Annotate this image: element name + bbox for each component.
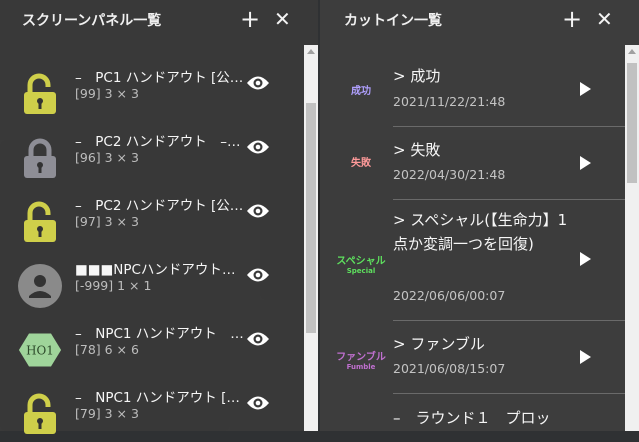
scrollbar-thumb[interactable] [306,103,316,333]
close-button[interactable]: ✕ [596,6,613,32]
eye-icon[interactable] [246,266,270,284]
close-button[interactable]: ✕ [274,6,291,32]
scroll-up-icon[interactable] [307,49,315,54]
thumbnail-label: 失敗 [351,158,371,169]
ho1-hexagon-icon: HO1 [18,328,62,372]
panel-title: カットイン一覧 [344,13,442,29]
avatar-icon [18,264,62,308]
screen-panel-item[interactable]: ■■■NPCハンドアウト■■■ [-999] 1 × 1 [0,254,300,314]
cutin-thumbnail: スペシャル Special [336,252,386,275]
divider [393,199,625,200]
item-subtitle: [97] 3 × 3 [75,214,139,229]
cutin-title: – ラウンド１ プロッ [393,409,551,427]
lock-open-icon [18,200,62,244]
screen-panel-item[interactable]: – PC1 ハンドアウト [公開] [99] 3 × 3 [0,62,300,122]
add-button[interactable]: + [240,6,260,32]
thumbnail-label: スペシャル [336,256,386,267]
item-subtitle: [79] 3 × 3 [75,406,139,421]
screen-panel-item[interactable]: – PC2 ハンドアウト –… [96] 3 × 3 [0,126,300,186]
cutin-title: > 失敗 [393,141,441,159]
scrollbar-thumb[interactable] [627,63,637,183]
eye-icon[interactable] [246,394,270,412]
play-icon[interactable] [580,82,591,96]
cutin-date: 2022/04/30/21:48 [393,167,506,182]
item-title: ■■■NPCハンドアウト■■■ [75,262,245,278]
item-subtitle: [96] 3 × 3 [75,150,139,165]
screen-panel-item[interactable]: – PC2 ハンドアウト [公開] [97] 3 × 3 [0,190,300,250]
eye-icon[interactable] [246,138,270,156]
cutin-thumbnail: 成功 [336,82,386,97]
eye-icon[interactable] [246,330,270,348]
lock-open-icon [18,72,62,116]
eye-icon[interactable] [246,202,270,220]
divider [393,393,625,394]
divider [393,126,625,127]
scroll-up-icon[interactable] [628,49,636,54]
lock-closed-icon [18,136,62,180]
item-subtitle: [78] 6 × 6 [75,342,139,357]
item-title: – PC2 ハンドアウト –… [75,134,241,150]
item-title: – NPC1 ハンドアウト [… [75,390,240,406]
play-icon[interactable] [580,252,591,266]
cutin-thumbnail: 失敗 [336,154,386,169]
cutin-date: 2022/06/06/00:07 [393,288,506,303]
thumbnail-sublabel: Fumble [346,363,376,371]
svg-text:HO1: HO1 [26,344,54,358]
add-button[interactable]: + [562,6,582,32]
cutin-title: > ファンブル [393,335,485,353]
play-icon[interactable] [580,350,591,364]
item-title: – PC2 ハンドアウト [公開] [75,198,245,214]
thumbnail-label: ファンブル [336,352,386,363]
screen-panel-item[interactable]: – NPC1 ハンドアウト [… [79] 3 × 3 [0,382,300,442]
cutin-title: > 成功 [393,67,441,85]
item-title: – NPC1 ハンドアウト … [75,326,244,342]
cutin-date: 2021/11/22/21:48 [393,94,506,109]
item-subtitle: [99] 3 × 3 [75,86,139,101]
eye-icon[interactable] [246,74,270,92]
thumbnail-label: 成功 [351,86,371,97]
panel-title: スクリーンパネル一覧 [22,13,162,29]
lock-open-icon [18,392,62,436]
screen-panel-item[interactable]: HO1 – NPC1 ハンドアウト … [78] 6 × 6 [0,318,300,378]
cutin-title: > スペシャル(【生命力】1点か変調一つを回復) [393,211,568,253]
item-subtitle: [-999] 1 × 1 [75,278,152,293]
play-icon[interactable] [580,156,591,170]
thumbnail-sublabel: Special [346,267,376,275]
scrollbar[interactable] [304,45,318,431]
cutin-thumbnail: ファンブル Fumble [336,348,386,371]
cutin-list: カットイン一覧 + ✕ 成功 > 成功 2021/11/22/21:48 失敗 > 失敗… [320,0,639,431]
screen-panel-list: スクリーンパネル一覧 + ✕ – PC1 ハンドアウト [公開] [99] 3 … [0,0,318,434]
scrollbar[interactable] [625,45,639,431]
cutin-date: 2021/06/08/15:07 [393,361,506,376]
divider [393,320,625,321]
item-title: – PC1 ハンドアウト [公開] [75,70,245,86]
